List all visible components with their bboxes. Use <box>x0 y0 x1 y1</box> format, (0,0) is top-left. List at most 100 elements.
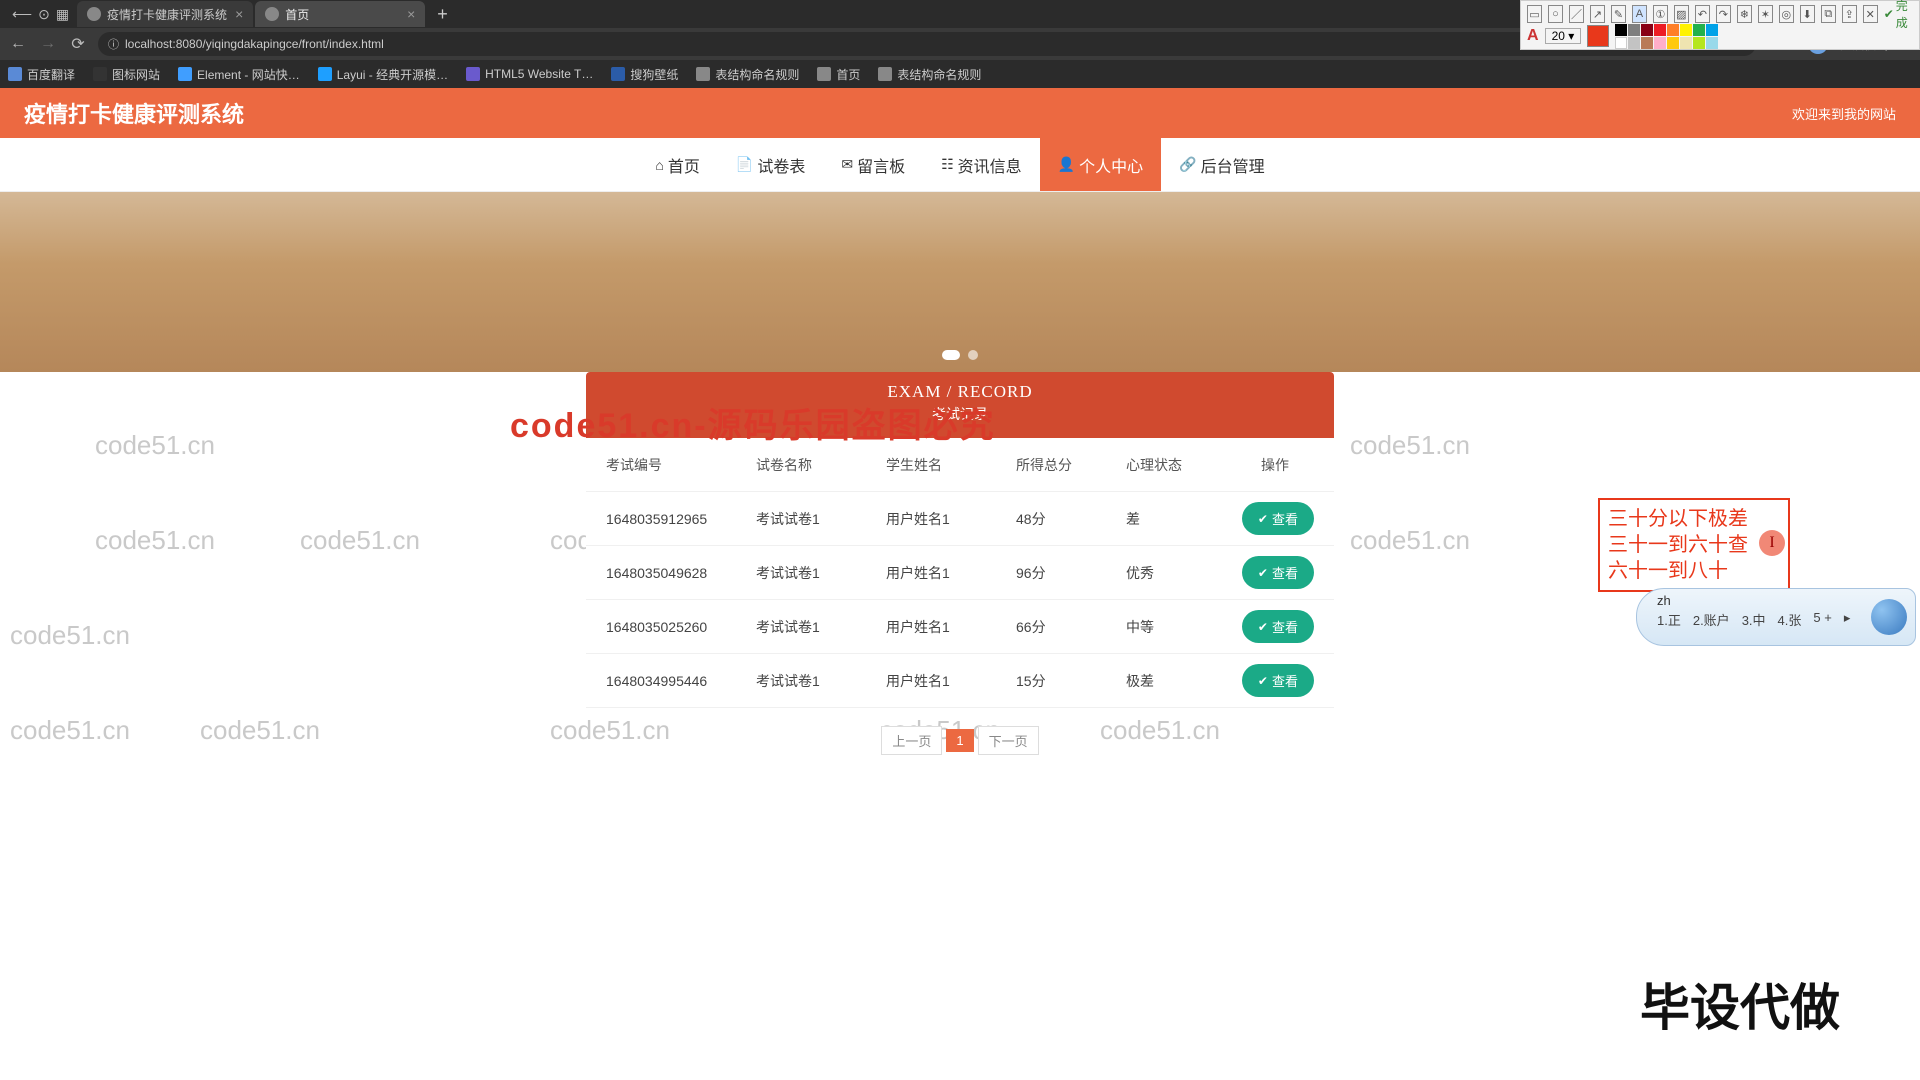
cell-id: 1648035025260 <box>606 619 756 635</box>
pagination: 上一页 1 下一页 <box>586 708 1334 773</box>
forward-button[interactable]: → <box>38 35 58 53</box>
brush-tool-icon[interactable]: ✎ <box>1611 5 1626 23</box>
cell-score: 66分 <box>1016 617 1126 637</box>
link-icon: 🔗 <box>1179 156 1196 173</box>
browser-tab[interactable]: 首页 × <box>255 1 425 27</box>
ime-candidate-bar[interactable]: zh 1.正 2.账户 3.中 4.张 5 + ▸ <box>1636 588 1916 646</box>
ime-candidate[interactable]: 1.正 <box>1657 610 1681 629</box>
text-tool-icon[interactable]: A <box>1632 5 1647 23</box>
view-button[interactable]: ✔查看 <box>1242 556 1314 589</box>
cell-paper: 考试试卷1 <box>756 509 886 529</box>
paper-icon: 📄 <box>736 156 753 173</box>
current-color-swatch[interactable] <box>1587 25 1609 47</box>
carousel-dots[interactable] <box>942 350 978 360</box>
redo-icon[interactable]: ↷ <box>1716 5 1731 23</box>
nav-news[interactable]: ☷资讯信息 <box>923 138 1040 191</box>
ime-candidate[interactable]: 4.张 <box>1778 610 1802 629</box>
bookmark-item[interactable]: Element - 网站快… <box>178 66 300 83</box>
main-nav: ⌂首页 📄试卷表 ✉留言板 ☷资讯信息 👤个人中心 🔗后台管理 <box>0 138 1920 192</box>
bookmark-item[interactable]: 首页 <box>817 66 860 83</box>
favicon-icon <box>265 7 279 21</box>
ime-more-icon[interactable]: ▸ <box>1844 610 1851 629</box>
done-button[interactable]: ✔ 完成 <box>1884 0 1913 31</box>
pin-tool-icon[interactable]: ◎ <box>1779 5 1794 23</box>
nav-admin[interactable]: 🔗后台管理 <box>1161 138 1282 191</box>
view-button[interactable]: ✔查看 <box>1242 502 1314 535</box>
carousel-dot[interactable] <box>968 350 978 360</box>
close-icon[interactable]: × <box>399 6 415 22</box>
bookmark-icon <box>318 67 332 81</box>
bookmark-icon <box>178 67 192 81</box>
circle-tool-icon[interactable]: ○ <box>1548 5 1563 23</box>
ime-candidate[interactable]: 3.中 <box>1742 610 1766 629</box>
bookmark-item[interactable]: Layui - 经典开源模… <box>318 66 448 83</box>
arrow-tool-icon[interactable]: ↗ <box>1590 5 1605 23</box>
close-icon[interactable]: × <box>227 6 243 22</box>
cell-state: 优秀 <box>1126 563 1236 583</box>
prev-page-button[interactable]: 上一页 <box>881 726 942 755</box>
line-tool-icon[interactable]: ／ <box>1569 5 1584 23</box>
bookmark-item[interactable]: 图标网站 <box>93 66 160 83</box>
mosaic-tool-icon[interactable]: ❄ <box>1737 5 1752 23</box>
download-icon[interactable]: ⬇ <box>1800 5 1815 23</box>
cell-score: 96分 <box>1016 563 1126 583</box>
new-tab-button[interactable]: + <box>427 4 458 25</box>
window-menu[interactable]: ⟵⊙▦ <box>4 6 77 23</box>
records-table: 考试编号 试卷名称 学生姓名 所得总分 心理状态 操作 164803591296… <box>586 438 1334 708</box>
carousel-dot[interactable] <box>942 350 960 360</box>
brand-text: 毕设代做 <box>1640 968 1840 1040</box>
font-size-input[interactable]: 20 ▾ <box>1545 28 1582 44</box>
table-row: 1648035912965 考试试卷1 用户姓名1 48分 差 ✔查看 <box>586 492 1334 546</box>
cell-student: 用户姓名1 <box>886 617 1016 637</box>
check-icon: ✔ <box>1258 566 1268 580</box>
next-page-button[interactable]: 下一页 <box>978 726 1039 755</box>
nav-papers[interactable]: 📄试卷表 <box>718 138 823 191</box>
hero-banner <box>0 192 1920 372</box>
table-row: 1648034995446 考试试卷1 用户姓名1 15分 极差 ✔查看 <box>586 654 1334 708</box>
browser-tab[interactable]: 疫情打卡健康评测系统 × <box>77 1 253 27</box>
user-icon: 👤 <box>1058 156 1075 173</box>
info-icon: ⓘ <box>108 36 119 52</box>
copy-icon[interactable]: ⧉ <box>1821 5 1836 23</box>
bookmark-item[interactable]: 百度翻译 <box>8 66 75 83</box>
ime-candidates[interactable]: 1.正 2.账户 3.中 4.张 5 + ▸ <box>1657 610 1865 629</box>
bookmark-item[interactable]: HTML5 Website T… <box>466 67 593 81</box>
ime-logo-icon <box>1871 599 1907 635</box>
annotation-toolbar: ▭ ○ ／ ↗ ✎ A ① ▨ ↶ ↷ ❄ ✶ ◎ ⬇ ⧉ ⇪ ✕ ✔ 完成 A… <box>1520 0 1920 50</box>
ime-input: zh <box>1657 593 1865 608</box>
cell-student: 用户姓名1 <box>886 509 1016 529</box>
rect-tool-icon[interactable]: ▭ <box>1527 5 1542 23</box>
nav-messages[interactable]: ✉留言板 <box>823 138 923 191</box>
text-cursor-icon: I <box>1759 530 1785 556</box>
bookmark-item[interactable]: 搜狗壁纸 <box>611 66 678 83</box>
url-input[interactable]: ⓘ localhost:8080/yiqingdakapingce/front/… <box>98 32 1756 56</box>
site-header: 疫情打卡健康评测系统 欢迎来到我的网站 <box>0 88 1920 138</box>
site-title: 疫情打卡健康评测系统 <box>24 97 244 129</box>
color-palette[interactable] <box>1615 24 1718 49</box>
reload-button[interactable]: ⟳ <box>68 34 88 54</box>
bookmark-item[interactable]: 表结构命名规则 <box>696 66 799 83</box>
blur-tool-icon[interactable]: ▨ <box>1674 5 1689 23</box>
bookmark-item[interactable]: 表结构命名规则 <box>878 66 981 83</box>
cell-paper: 考试试卷1 <box>756 671 886 691</box>
tab-title: 首页 <box>285 6 309 23</box>
nav-home[interactable]: ⌂首页 <box>637 138 717 191</box>
cell-score: 48分 <box>1016 509 1126 529</box>
undo-icon[interactable]: ↶ <box>1695 5 1710 23</box>
star-tool-icon[interactable]: ✶ <box>1758 5 1773 23</box>
annotation-line: 三十分以下极差 <box>1608 506 1780 532</box>
favicon-icon <box>87 7 101 21</box>
view-button[interactable]: ✔查看 <box>1242 664 1314 697</box>
page-number[interactable]: 1 <box>946 729 973 752</box>
view-button[interactable]: ✔查看 <box>1242 610 1314 643</box>
back-button[interactable]: ← <box>8 35 28 53</box>
close-tool-icon[interactable]: ✕ <box>1863 5 1878 23</box>
share-icon[interactable]: ⇪ <box>1842 5 1857 23</box>
bookmark-icon <box>8 67 22 81</box>
ime-candidate[interactable]: 5 + <box>1813 610 1831 629</box>
annotation-line: 三十一到六十查 <box>1608 532 1780 558</box>
nav-profile[interactable]: 👤个人中心 <box>1040 138 1161 191</box>
ime-candidate[interactable]: 2.账户 <box>1693 610 1730 629</box>
message-icon: ✉ <box>841 156 853 173</box>
number-tool-icon[interactable]: ① <box>1653 5 1668 23</box>
